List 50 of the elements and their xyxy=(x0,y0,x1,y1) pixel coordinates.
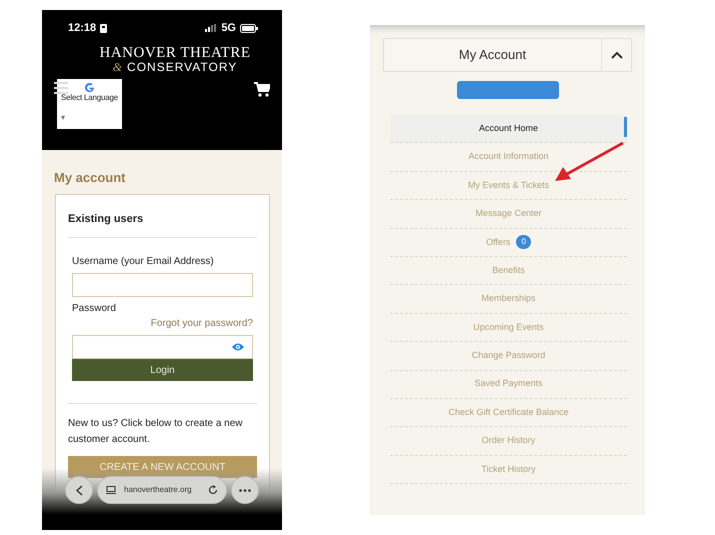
tabs-icon[interactable] xyxy=(106,486,116,494)
address-bar[interactable]: hanovertheatre.org xyxy=(97,476,227,504)
field-label: Password xyxy=(72,303,116,314)
login-button[interactable]: Login xyxy=(72,359,253,381)
dropdown-caret: ▾ xyxy=(61,113,65,122)
cart-icon[interactable] xyxy=(254,82,270,97)
intro-text: New to us? Click below to create a new customer account. xyxy=(68,417,244,447)
field-label: Username (your Email Address) xyxy=(72,256,214,267)
menu-item[interactable]: Upcoming Events xyxy=(390,314,627,342)
back-button[interactable] xyxy=(65,476,93,504)
menu-item[interactable]: Account Home xyxy=(390,115,627,144)
menu-item[interactable]: Benefits xyxy=(390,256,627,286)
forgot-password-link[interactable]: Forgot your password? xyxy=(150,318,253,329)
ellipsis-icon xyxy=(239,488,251,492)
count-badge: 0 xyxy=(516,235,531,250)
eye-icon[interactable] xyxy=(232,343,244,351)
arrow-annotation xyxy=(555,142,624,181)
create-account-button[interactable]: CREATE A NEW ACCOUNT xyxy=(68,456,257,478)
menu-item[interactable]: Change Password xyxy=(390,342,627,371)
logo-ampersand: & xyxy=(112,61,124,74)
menu-item[interactable]: Order History xyxy=(390,427,627,456)
google-icon xyxy=(84,82,95,93)
network-label: 5G xyxy=(221,21,236,36)
active-indicator xyxy=(624,117,627,137)
menu-icon[interactable] xyxy=(54,82,68,94)
menu-item[interactable]: Ticket History xyxy=(390,456,627,484)
menu-item[interactable]: Saved Payments xyxy=(390,370,627,399)
language-label: Select Language xyxy=(61,93,118,102)
section-title: Existing users xyxy=(68,204,257,238)
password-field[interactable] xyxy=(72,335,253,359)
menu-item[interactable]: Memberships xyxy=(390,285,627,314)
menu-item[interactable]: Message Center xyxy=(390,200,627,229)
chevron-icon[interactable] xyxy=(610,50,622,60)
reload-icon[interactable] xyxy=(208,485,218,495)
menu-item[interactable]: Check Gift Certificate Balance xyxy=(390,398,627,428)
account-menu-header[interactable]: My Account xyxy=(383,38,632,72)
id-card-icon xyxy=(100,24,108,33)
battery-icon xyxy=(240,24,258,33)
url-text: hanovertheatre.org xyxy=(124,484,193,496)
signal-icon xyxy=(205,24,218,32)
logo-title: HANOVER THEATRE xyxy=(98,44,252,61)
menu-item[interactable]: Offers 0 xyxy=(390,228,627,257)
page-heading: My account xyxy=(53,169,127,187)
status-time: 12:18 xyxy=(68,21,96,36)
menu-title: My Account xyxy=(458,47,526,62)
logo-subtitle: CONSERVATORY xyxy=(127,61,238,74)
language-selector[interactable]: Select Language ▾ xyxy=(57,79,122,129)
username-field[interactable] xyxy=(72,273,253,297)
more-button[interactable] xyxy=(231,476,259,504)
back-icon xyxy=(76,484,82,496)
